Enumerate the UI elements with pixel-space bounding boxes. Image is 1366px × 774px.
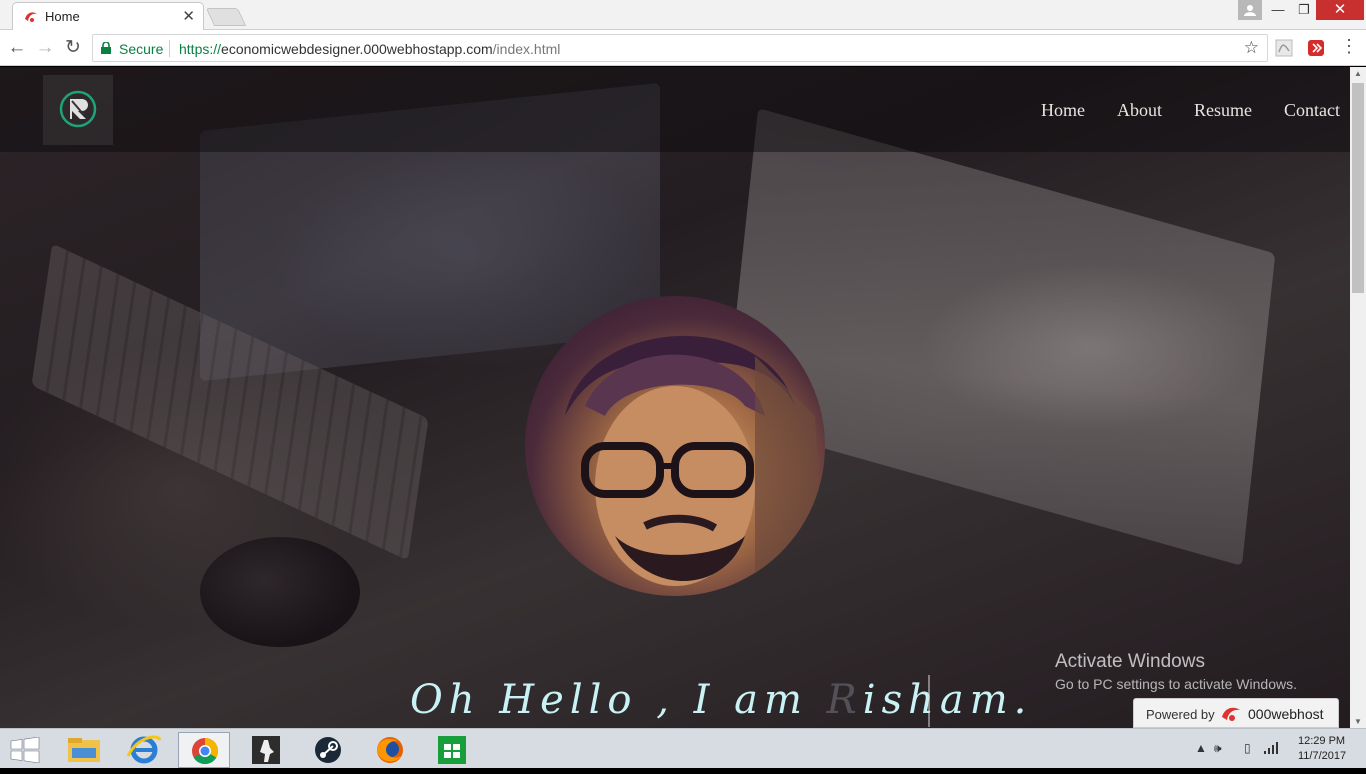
tab-title: Home — [45, 9, 80, 24]
minimize-button[interactable]: — — [1266, 0, 1290, 20]
forward-arrow-icon[interactable]: → — [34, 37, 56, 59]
secure-label: Secure — [119, 41, 164, 57]
back-arrow-icon[interactable]: ← — [6, 37, 28, 59]
internet-explorer-icon[interactable] — [118, 732, 170, 768]
nav-link-about[interactable]: About — [1117, 100, 1162, 121]
nav-link-contact[interactable]: Contact — [1284, 100, 1340, 121]
firefox-icon[interactable] — [364, 732, 416, 768]
pdf-extension-icon[interactable] — [1275, 39, 1293, 57]
url-path: /index.html — [492, 41, 561, 57]
url-text[interactable]: https://economicwebdesigner.000webhostap… — [179, 41, 560, 57]
typing-cursor — [928, 675, 930, 727]
browser-menu-icon[interactable]: ⋮ — [1340, 36, 1358, 57]
file-explorer-icon[interactable] — [58, 732, 110, 768]
taskbar-clock-time[interactable]: 12:29 PM — [1298, 735, 1345, 747]
avatar-portrait — [565, 335, 825, 596]
scrollbar-thumb[interactable] — [1352, 83, 1364, 293]
site-logo[interactable] — [43, 75, 113, 145]
browser-titlebar: Home ✕ — ❐ ✕ — [0, 0, 1366, 30]
windows-start-icon[interactable] — [10, 737, 40, 763]
windows-taskbar: ▲ 🕪 ▯ 12:29 PM 11/7/2017 — [0, 728, 1366, 768]
tab-home[interactable]: Home ✕ — [12, 2, 204, 30]
chrome-icon[interactable] — [178, 732, 230, 768]
reload-icon[interactable]: ↻ — [62, 37, 84, 59]
steam-icon[interactable] — [302, 732, 354, 768]
hero-greeting: Oh Hello , I am Risham. — [410, 677, 1032, 723]
url-scheme: https:// — [179, 41, 222, 57]
profile-icon[interactable] — [1238, 0, 1262, 20]
taskbar-clock-date[interactable]: 11/7/2017 — [1298, 750, 1346, 762]
bookmark-star-icon[interactable]: ☆ — [1244, 38, 1259, 58]
profile-avatar — [525, 296, 825, 596]
volume-icon[interactable]: 🕪 — [1214, 741, 1222, 756]
page-viewport: Home About Resume Contact Oh Hello , I a… — [0, 67, 1350, 728]
scroll-up-arrow-icon[interactable]: ▲ — [1354, 69, 1362, 78]
extension-red-icon[interactable] — [1307, 39, 1325, 57]
powered-by-label: Powered by — [1146, 707, 1215, 722]
network-signal-icon[interactable] — [1264, 742, 1280, 754]
webhost-logo-icon — [1222, 707, 1240, 721]
webhost-favicon-icon — [25, 12, 37, 22]
logo-emblem-icon — [59, 90, 97, 128]
hero-greeting-part1: Oh Hello , I am — [410, 677, 827, 723]
tab-close-icon[interactable]: ✕ — [182, 7, 195, 25]
page-scrollbar[interactable]: ▲ ▼ — [1350, 67, 1366, 728]
powered-by-brand: 000webhost — [1248, 706, 1324, 722]
maximize-button[interactable]: ❐ — [1292, 0, 1316, 20]
browser-toolbar: ← → ↻ Secure https://economicwebdesigner… — [0, 30, 1366, 66]
powered-by-badge[interactable]: Powered by 000webhost — [1133, 698, 1339, 728]
nav-link-home[interactable]: Home — [1041, 100, 1085, 121]
nav-link-resume[interactable]: Resume — [1194, 100, 1252, 121]
lock-icon — [101, 42, 111, 54]
counter-strike-icon[interactable] — [240, 732, 292, 768]
omnibox-divider — [169, 40, 170, 57]
tray-expand-icon[interactable]: ▲ — [1195, 741, 1207, 755]
windows-store-icon[interactable] — [426, 732, 478, 768]
url-host: economicwebdesigner.000webhostapp.com — [221, 41, 493, 57]
new-tab-button[interactable] — [205, 8, 247, 26]
battery-icon[interactable]: ▯ — [1244, 741, 1251, 755]
hero-greeting-ghost-letter: R — [826, 677, 863, 723]
hero-greeting-part2: isham. — [862, 677, 1033, 723]
scroll-down-arrow-icon[interactable]: ▼ — [1354, 717, 1362, 726]
address-bar[interactable]: Secure https://economicwebdesigner.000we… — [92, 34, 1268, 62]
site-navbar: Home About Resume Contact — [0, 67, 1350, 152]
activate-windows-title: Activate Windows — [1055, 651, 1205, 672]
close-window-button[interactable]: ✕ — [1316, 0, 1364, 20]
activate-windows-subtitle: Go to PC settings to activate Windows. — [1055, 676, 1297, 692]
